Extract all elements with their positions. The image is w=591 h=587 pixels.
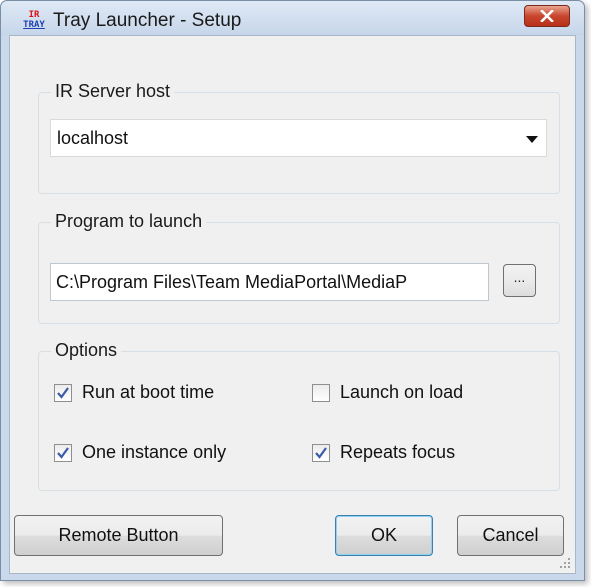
close-icon	[540, 10, 554, 22]
checkbox-box[interactable]	[54, 384, 72, 402]
ir-tray-app-icon: IR TRAY	[23, 10, 45, 30]
program-path-value: C:\Program Files\Team MediaPortal\MediaP	[56, 272, 408, 292]
checkbox-box[interactable]	[54, 444, 72, 462]
browse-button[interactable]: ...	[503, 264, 536, 297]
program-to-launch-group: Program to launch C:\Program Files\Team …	[38, 210, 560, 324]
title-bar[interactable]: IR TRAY Tray Launcher - Setup	[1, 1, 584, 35]
checkmark-icon	[315, 447, 327, 459]
checkbox-box[interactable]	[312, 444, 330, 462]
options-group: Options Run at boot time Launch on load …	[38, 339, 560, 491]
checkbox-label: One instance only	[82, 442, 227, 462]
ir-server-host-label: IR Server host	[51, 80, 175, 102]
host-value: localhost	[57, 128, 129, 148]
cancel-button[interactable]: Cancel	[457, 515, 564, 556]
dropdown-arrow-icon[interactable]	[526, 136, 538, 143]
program-to-launch-label: Program to launch	[51, 210, 207, 232]
window-title: Tray Launcher - Setup	[53, 10, 242, 31]
checkmark-icon	[57, 447, 69, 459]
close-button[interactable]	[524, 5, 570, 27]
run-at-boot-checkbox[interactable]: Run at boot time	[54, 382, 254, 406]
host-combobox[interactable]: localhost	[50, 119, 547, 157]
repeats-focus-checkbox[interactable]: Repeats focus	[312, 442, 512, 466]
ir-server-host-group: IR Server host localhost	[38, 80, 560, 194]
checkbox-box[interactable]	[312, 384, 330, 402]
checkbox-label: Launch on load	[340, 382, 464, 402]
checkbox-label: Repeats focus	[340, 442, 456, 462]
resize-grip-icon[interactable]	[558, 556, 572, 570]
setup-window: IR TRAY Tray Launcher - Setup IR Server …	[0, 0, 585, 581]
program-path-input[interactable]: C:\Program Files\Team MediaPortal\MediaP	[50, 263, 489, 301]
ok-button[interactable]: OK	[335, 515, 433, 556]
dialog-body: IR Server host localhost Program to laun…	[9, 35, 576, 574]
launch-on-load-checkbox[interactable]: Launch on load	[312, 382, 512, 406]
one-instance-only-checkbox[interactable]: One instance only	[54, 442, 274, 466]
checkmark-icon	[57, 387, 69, 399]
options-label: Options	[51, 339, 122, 361]
checkbox-label: Run at boot time	[82, 382, 215, 402]
remote-button[interactable]: Remote Button	[14, 515, 223, 556]
